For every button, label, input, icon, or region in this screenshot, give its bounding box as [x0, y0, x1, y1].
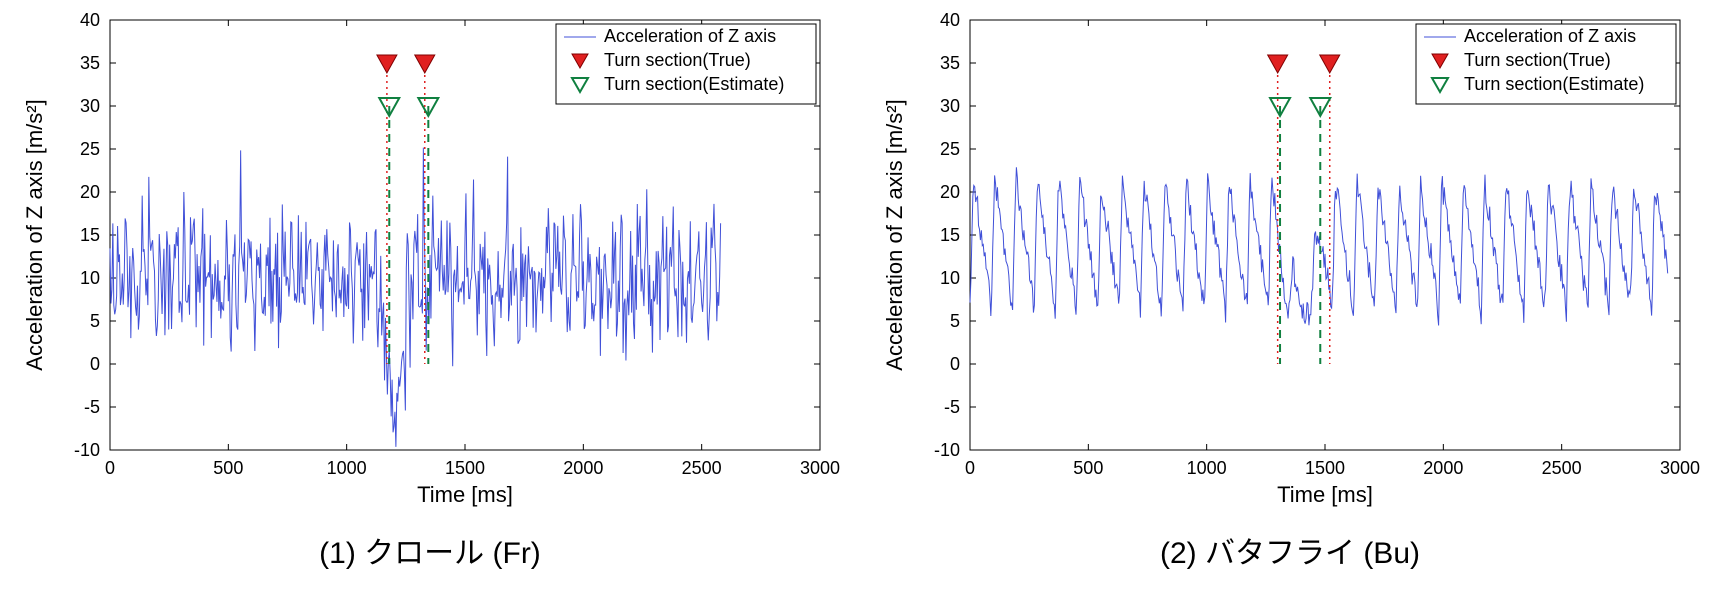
- svg-text:10: 10: [940, 268, 960, 288]
- svg-text:Turn section(True): Turn section(True): [604, 50, 751, 70]
- svg-text:1000: 1000: [1187, 458, 1227, 478]
- chart-2-caption: (2) バタフライ (Bu): [1160, 528, 1420, 572]
- svg-text:35: 35: [940, 53, 960, 73]
- svg-text:30: 30: [940, 96, 960, 116]
- svg-text:35: 35: [80, 53, 100, 73]
- svg-text:1500: 1500: [445, 458, 485, 478]
- svg-text:0: 0: [105, 458, 115, 478]
- svg-text:Turn section(Estimate): Turn section(Estimate): [1464, 74, 1644, 94]
- svg-text:Acceleration of Z axis [m/s²]: Acceleration of Z axis [m/s²]: [22, 99, 47, 370]
- svg-text:15: 15: [940, 225, 960, 245]
- svg-text:Time [ms]: Time [ms]: [417, 482, 513, 507]
- svg-text:Acceleration of Z axis: Acceleration of Z axis: [604, 26, 776, 46]
- svg-text:Turn section(Estimate): Turn section(Estimate): [604, 74, 784, 94]
- svg-text:3000: 3000: [800, 458, 840, 478]
- svg-text:25: 25: [940, 139, 960, 159]
- svg-text:5: 5: [90, 311, 100, 331]
- chart-2-svg: 0 500 1000 1500 2000 2500 3000 -10 -5 0 5 10 15 20 25 3…: [880, 0, 1700, 520]
- chart-panel-1: 0 500 1000 1500 2000 2500 3000 -10 -5 0 5 10 15 20 25 3…: [20, 0, 840, 572]
- svg-text:Acceleration of Z axis: Acceleration of Z axis: [1464, 26, 1636, 46]
- svg-text:40: 40: [80, 10, 100, 30]
- svg-text:2500: 2500: [682, 458, 722, 478]
- svg-text:Time [ms]: Time [ms]: [1277, 482, 1373, 507]
- svg-text:30: 30: [80, 96, 100, 116]
- chart-1-caption: (1) クロール (Fr): [319, 528, 541, 572]
- svg-text:-5: -5: [84, 397, 100, 417]
- svg-text:Turn section(True): Turn section(True): [1464, 50, 1611, 70]
- svg-text:-5: -5: [944, 397, 960, 417]
- svg-text:500: 500: [1073, 458, 1103, 478]
- svg-text:2000: 2000: [1423, 458, 1463, 478]
- svg-text:-10: -10: [934, 440, 960, 460]
- svg-text:Acceleration of Z axis [m/s²]: Acceleration of Z axis [m/s²]: [882, 99, 907, 370]
- svg-text:5: 5: [950, 311, 960, 331]
- svg-text:1500: 1500: [1305, 458, 1345, 478]
- svg-text:2500: 2500: [1542, 458, 1582, 478]
- svg-text:0: 0: [965, 458, 975, 478]
- svg-text:10: 10: [80, 268, 100, 288]
- chart-panel-2: 0 500 1000 1500 2000 2500 3000 -10 -5 0 5 10 15 20 25 3…: [880, 0, 1700, 572]
- svg-text:2000: 2000: [563, 458, 603, 478]
- chart-2-plot: 0 500 1000 1500 2000 2500 3000 -10 -5 0 5 10 15 20 25 3…: [880, 0, 1700, 520]
- svg-text:3000: 3000: [1660, 458, 1700, 478]
- chart-1-svg: 0 500 1000 1500 2000 2500 3000 -10 -5 0 5 10 15 20 25 3…: [20, 0, 840, 520]
- svg-text:15: 15: [80, 225, 100, 245]
- svg-text:20: 20: [80, 182, 100, 202]
- svg-text:20: 20: [940, 182, 960, 202]
- svg-text:40: 40: [940, 10, 960, 30]
- svg-text:-10: -10: [74, 440, 100, 460]
- svg-text:0: 0: [90, 354, 100, 374]
- chart-1-plot: 0 500 1000 1500 2000 2500 3000 -10 -5 0 5 10 15 20 25 3…: [20, 0, 840, 520]
- svg-text:1000: 1000: [327, 458, 367, 478]
- svg-text:0: 0: [950, 354, 960, 374]
- svg-text:25: 25: [80, 139, 100, 159]
- svg-text:500: 500: [213, 458, 243, 478]
